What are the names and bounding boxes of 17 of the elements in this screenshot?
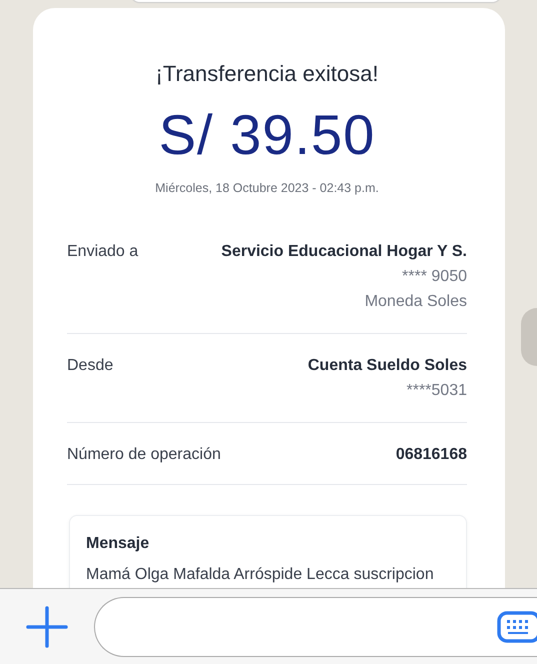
message-heading: Mensaje [86,534,150,554]
date-time: Miércoles, 18 Octubre 2023 - 02:43 p.m. [154,180,380,197]
detail-value: **** 9050 [402,267,467,287]
keyboard-icon[interactable] [497,610,537,642]
receipt-title: ¡Transferencia exitosa! [154,60,380,88]
amount: S/ 39.50 [158,103,376,167]
detail-value: Cuenta Sueldo Soles [308,356,467,376]
detail-value: Moneda Soles [364,292,467,312]
detail-value: Servicio Educacional Hogar Y S. [221,242,467,262]
message-text: Mamá Olga Mafalda Arróspide Lecca suscripcion [86,565,435,585]
detail-label: Desde [67,356,114,376]
detail-value: 06816168 [396,445,467,465]
detail-label: Número de operación [67,445,221,465]
detail-label: Enviado a [67,242,138,262]
detail-value: ****5031 [406,381,467,401]
plus-icon[interactable] [26,606,68,648]
message-input[interactable] [94,596,537,656]
